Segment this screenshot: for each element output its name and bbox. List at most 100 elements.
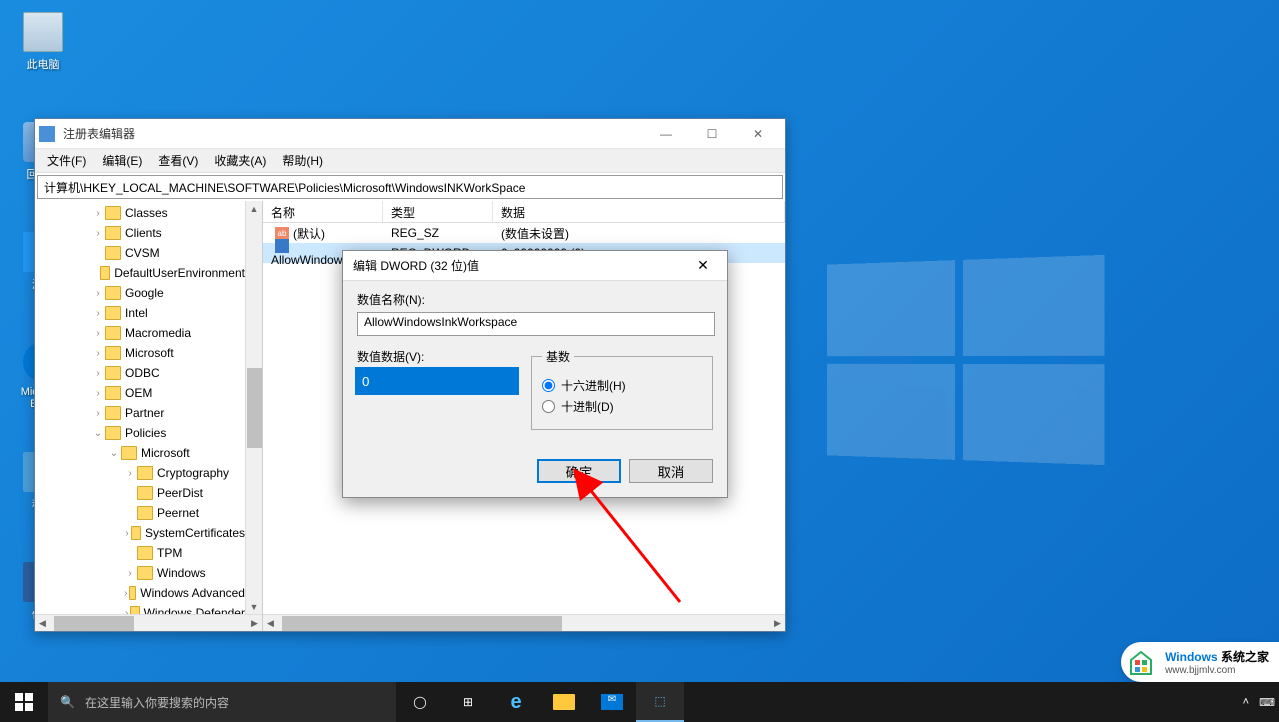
dword-value-icon	[275, 239, 289, 253]
tree-item[interactable]: ›Macromedia	[35, 323, 245, 343]
radio-hex[interactable]: 十六进制(H)	[542, 377, 702, 394]
menu-file[interactable]: 文件(F)	[39, 150, 94, 171]
tree-item[interactable]: › SystemCertificates	[35, 523, 245, 543]
tree-item[interactable]: › Google	[35, 283, 245, 303]
tree-item[interactable]: DefaultUserEnvironment	[35, 263, 245, 283]
folder-icon	[130, 606, 139, 614]
tray-chevron-icon[interactable]: ˄	[1243, 696, 1249, 708]
tree-scrollbar-horizontal[interactable]: ◀▶	[35, 614, 262, 631]
tree-item-label: CVSM	[125, 246, 160, 260]
cancel-button[interactable]: 取消	[629, 459, 713, 483]
dialog-close-button[interactable]: ✕	[689, 254, 717, 278]
tree-item-label: OEM	[125, 386, 152, 400]
tree-item[interactable]: › OEM	[35, 383, 245, 403]
tree-scrollbar-vertical[interactable]: ▲▼	[245, 201, 262, 614]
tree-expander-icon[interactable]: ›	[91, 368, 105, 379]
tree-item-label: PeerDist	[157, 486, 203, 500]
folder-icon	[105, 246, 121, 260]
tree-expander-icon[interactable]: ›	[123, 568, 137, 579]
tray-keyboard-icon[interactable]: ⌨	[1259, 696, 1275, 709]
tree-expander-icon[interactable]: ›	[91, 328, 105, 339]
tree-item-label: Google	[125, 286, 164, 300]
menu-favorites[interactable]: 收藏夹(A)	[206, 150, 274, 171]
tree-item[interactable]: Peernet	[35, 503, 245, 523]
close-button[interactable]: ✕	[735, 120, 781, 148]
system-tray[interactable]: ˄ ⌨	[1243, 696, 1279, 709]
tree-item[interactable]: TPM	[35, 543, 245, 563]
col-data[interactable]: 数据	[493, 201, 785, 222]
tree-item[interactable]: PeerDist	[35, 483, 245, 503]
tree-item[interactable]: ›Cryptography	[35, 463, 245, 483]
values-scrollbar-horizontal[interactable]: ◀▶	[263, 614, 785, 631]
tree-expander-icon[interactable]: ›	[91, 288, 105, 299]
address-bar[interactable]: 计算机\HKEY_LOCAL_MACHINE\SOFTWARE\Policies…	[37, 175, 783, 199]
tree-item[interactable]: ›ODBC	[35, 363, 245, 383]
tree-item-label: Windows Advanced	[140, 586, 245, 600]
tree-item[interactable]: CVSM	[35, 243, 245, 263]
folder-icon	[137, 546, 153, 560]
desktop-icon-computer[interactable]: 此电脑	[8, 12, 78, 72]
taskbar-mail[interactable]: ✉	[588, 682, 636, 722]
tree-expander-icon[interactable]: ›	[123, 468, 137, 479]
folder-icon	[137, 506, 153, 520]
tree-expander-icon[interactable]: ›	[91, 348, 105, 359]
tree-pane: › Classes ›Clients CVSM DefaultUserEnvironme…	[35, 201, 263, 631]
menu-view[interactable]: 查看(V)	[150, 150, 206, 171]
tree-expander-icon[interactable]: ›	[91, 408, 105, 419]
task-view-button[interactable]: ⊞	[444, 682, 492, 722]
tree-expander-icon[interactable]: ›	[91, 228, 105, 239]
tree-item[interactable]: ›Clients	[35, 223, 245, 243]
radio-dec[interactable]: 十进制(D)	[542, 398, 702, 415]
taskbar: 🔍 在这里输入你要搜索的内容 ◯ ⊞ e ✉ ⬚ ˄ ⌨	[0, 682, 1279, 722]
minimize-button[interactable]: —	[643, 120, 689, 148]
dialog-titlebar[interactable]: 编辑 DWORD (32 位)值 ✕	[343, 251, 727, 281]
windows-icon	[15, 693, 33, 711]
base-legend: 基数	[542, 348, 574, 365]
tree-item[interactable]: ⌄ Policies	[35, 423, 245, 443]
tree-expander-icon[interactable]: ⌄	[91, 428, 105, 439]
tree-item[interactable]: ⌄Microsoft	[35, 443, 245, 463]
menu-help[interactable]: 帮助(H)	[274, 150, 331, 171]
folder-icon	[105, 366, 121, 380]
tree-expander-icon[interactable]: ›	[123, 588, 129, 599]
value-data-input[interactable]	[357, 369, 517, 393]
tree-item[interactable]: ›Windows	[35, 563, 245, 583]
tree-item-label: Classes	[125, 206, 168, 220]
edit-dword-dialog: 编辑 DWORD (32 位)值 ✕ 数值名称(N): AllowWindows…	[342, 250, 728, 498]
tree-expander-icon[interactable]: ›	[123, 528, 131, 539]
tree-expander-icon[interactable]: ›	[91, 308, 105, 319]
ok-button[interactable]: 确定	[537, 459, 621, 483]
tree-item[interactable]: › Classes	[35, 203, 245, 223]
maximize-button[interactable]: ☐	[689, 120, 735, 148]
tree-item[interactable]: ›Partner	[35, 403, 245, 423]
tree-item-label: SystemCertificates	[145, 526, 245, 540]
cortana-button[interactable]: ◯	[396, 682, 444, 722]
col-name[interactable]: 名称	[263, 201, 383, 222]
start-button[interactable]	[0, 682, 48, 722]
folder-icon	[105, 286, 121, 300]
tree-item[interactable]: ›Windows Defender	[35, 603, 245, 614]
taskbar-regedit[interactable]: ⬚	[636, 682, 684, 722]
tree-item-label: Policies	[125, 426, 166, 440]
tree-expander-icon[interactable]: ›	[123, 608, 130, 615]
menu-edit[interactable]: 编辑(E)	[94, 150, 150, 171]
taskbar-explorer[interactable]	[540, 682, 588, 722]
value-name-field[interactable]: AllowWindowsInkWorkspace	[357, 312, 715, 336]
search-icon: 🔍	[60, 695, 75, 709]
tree-item[interactable]: ›Intel	[35, 303, 245, 323]
folder-icon	[105, 306, 121, 320]
taskbar-search[interactable]: 🔍 在这里输入你要搜索的内容	[48, 682, 396, 722]
value-name-label: 数值名称(N):	[357, 291, 713, 308]
tree-item[interactable]: › Windows Advanced	[35, 583, 245, 603]
folder-icon	[137, 466, 153, 480]
tree-expander-icon[interactable]: ⌄	[107, 448, 121, 459]
tree-item[interactable]: ›Microsoft	[35, 343, 245, 363]
window-title: 注册表编辑器	[63, 125, 643, 142]
tree-expander-icon[interactable]: ›	[91, 388, 105, 399]
folder-icon	[105, 206, 121, 220]
tree-expander-icon[interactable]: ›	[91, 208, 105, 219]
taskbar-edge[interactable]: e	[492, 682, 540, 722]
titlebar[interactable]: 注册表编辑器 — ☐ ✕	[35, 119, 785, 149]
col-type[interactable]: 类型	[383, 201, 493, 222]
folder-icon	[131, 526, 141, 540]
